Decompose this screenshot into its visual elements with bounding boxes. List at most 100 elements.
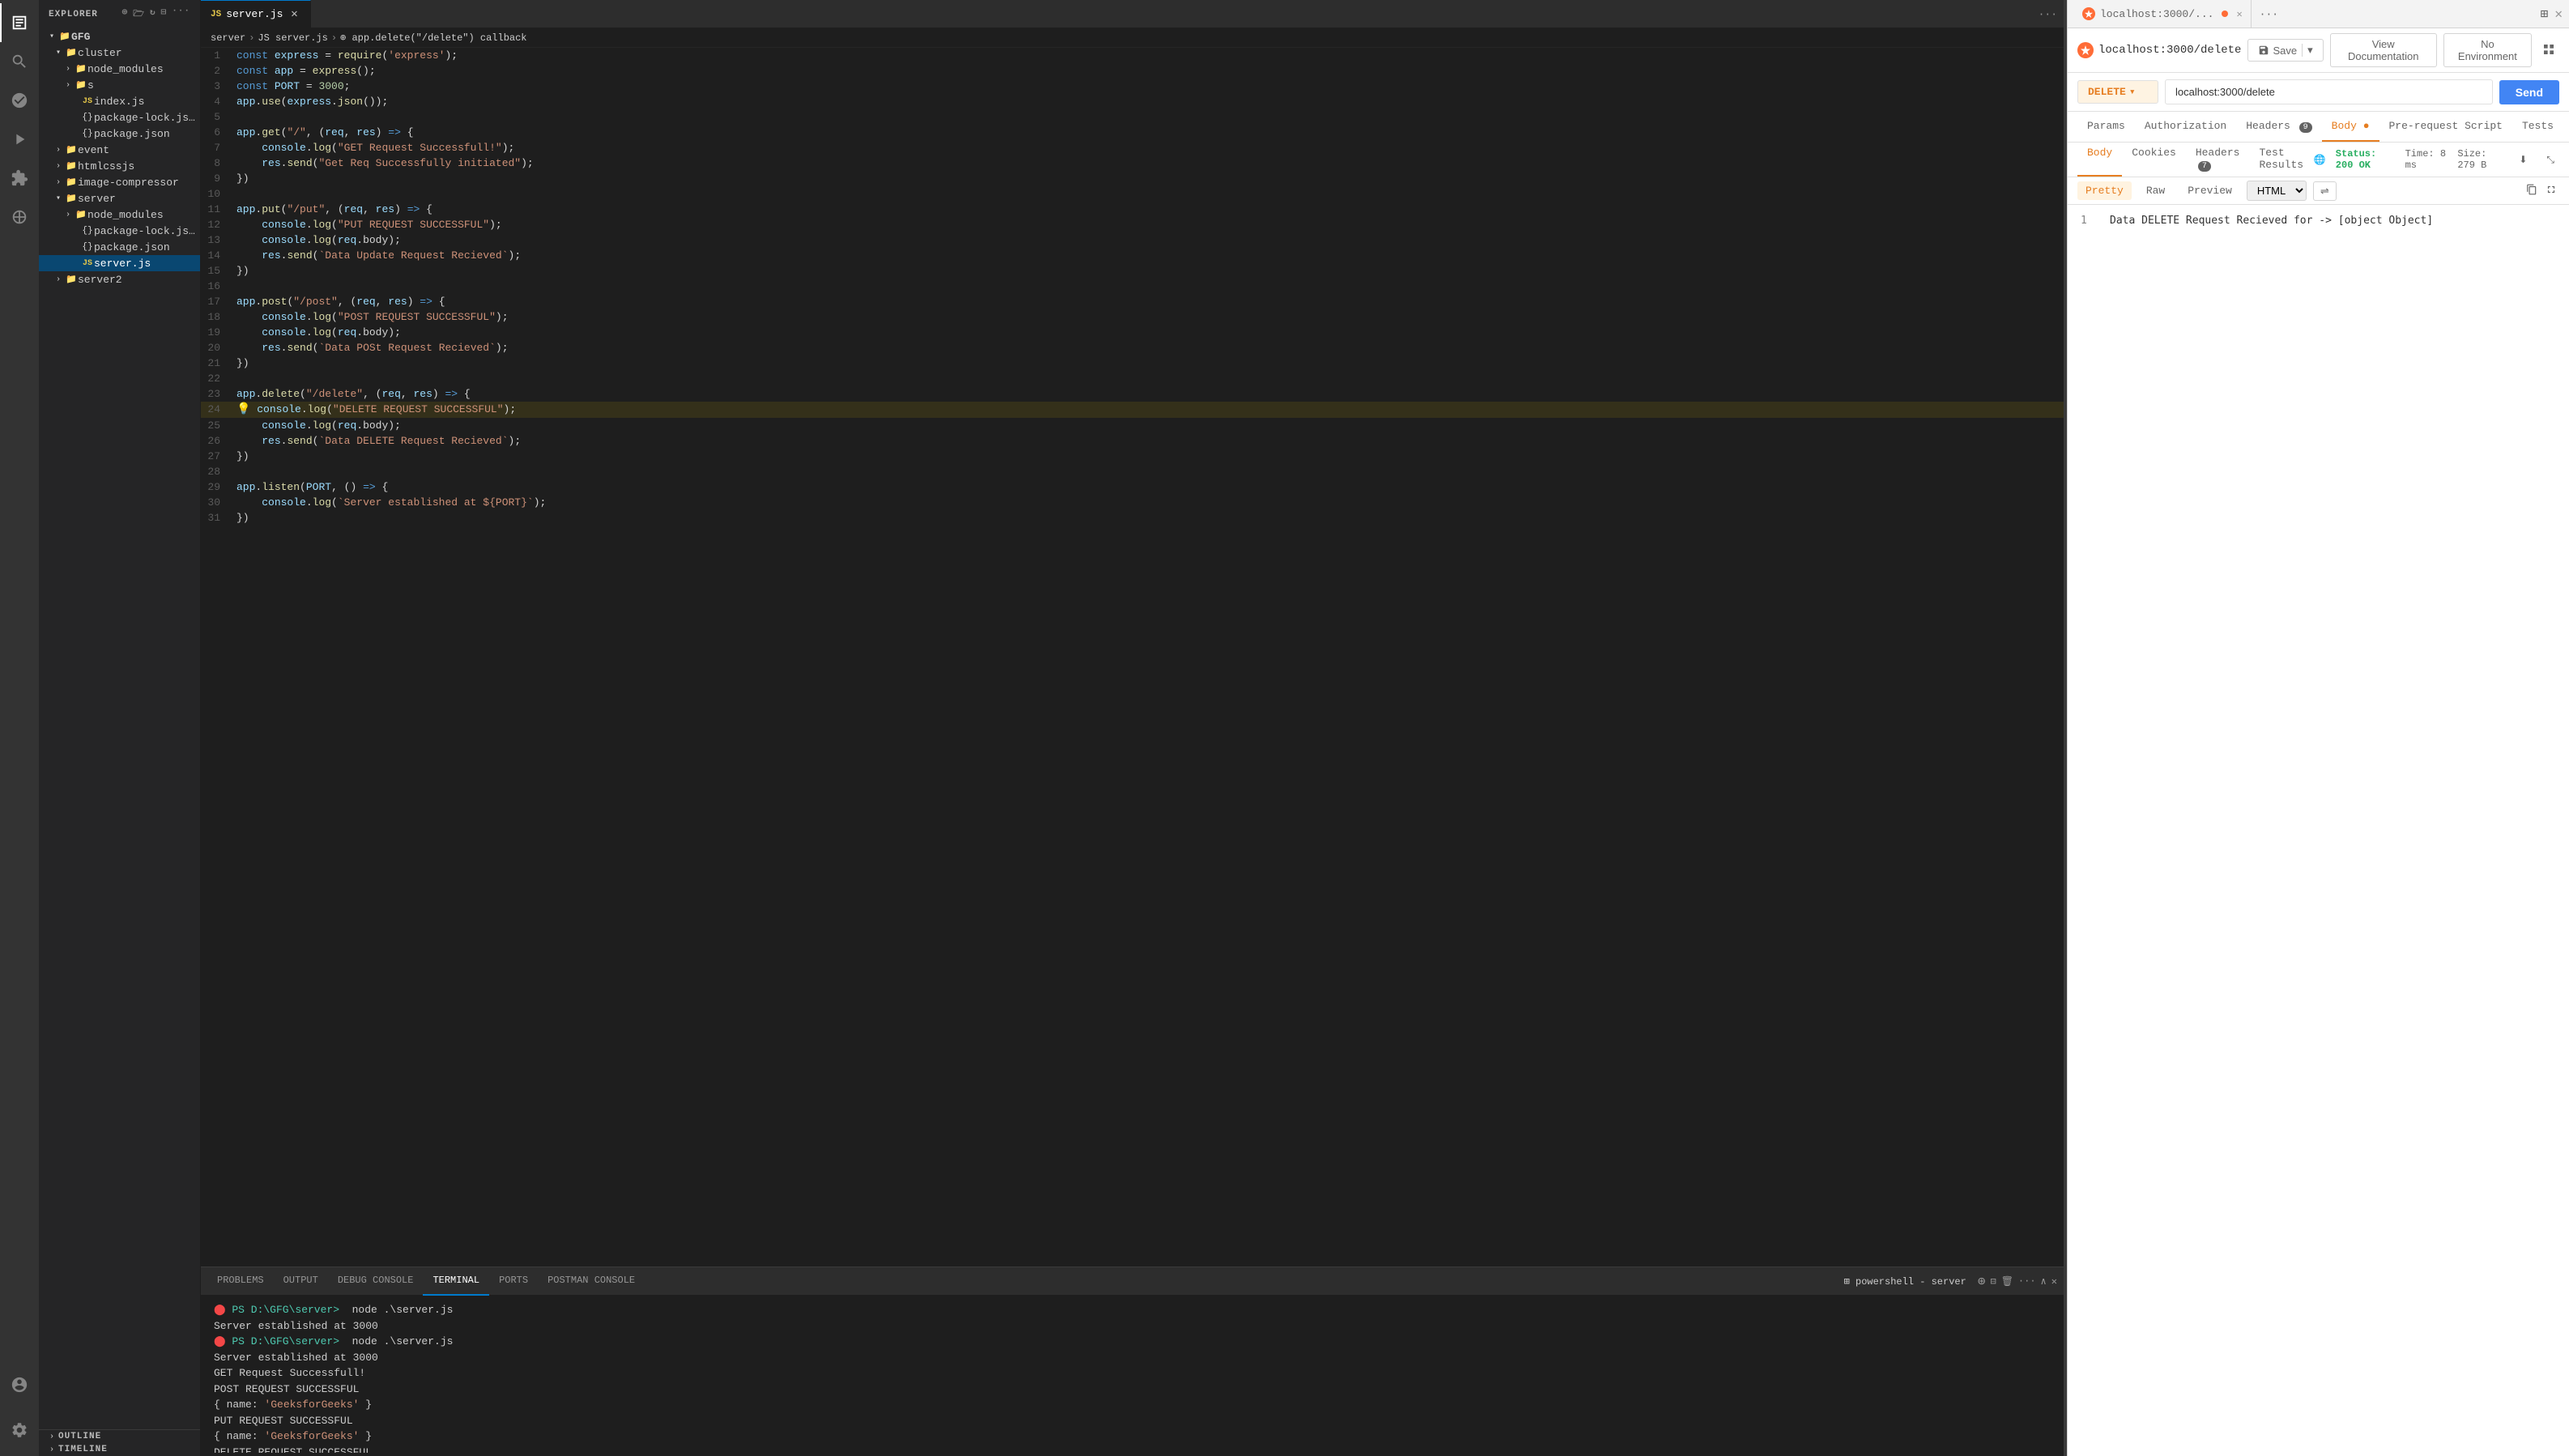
nav-tab-tests[interactable]: Tests bbox=[2512, 112, 2563, 142]
url-input[interactable] bbox=[2165, 79, 2493, 104]
postman-tab-more[interactable]: ··· bbox=[2255, 8, 2283, 20]
split-view-icon[interactable]: ⊞ bbox=[2541, 6, 2549, 22]
debug-console-tab[interactable]: DEBUG CONSOLE bbox=[328, 1267, 424, 1296]
sidebar-item-node-modules-2[interactable]: › 📁 node_modules bbox=[39, 206, 200, 223]
kill-terminal-btn[interactable]: 🗑 bbox=[2001, 1275, 2013, 1288]
htmlcssjs-chevron: › bbox=[52, 162, 65, 171]
save-response-btn[interactable]: ⬇ bbox=[2514, 151, 2532, 168]
nav-tab-params[interactable]: Params bbox=[2077, 112, 2135, 142]
new-terminal-btn[interactable]: ⊕ bbox=[1978, 1273, 1986, 1289]
save-dropdown-arrow[interactable]: ▾ bbox=[2302, 44, 2313, 57]
server2-icon: 📁 bbox=[65, 273, 78, 286]
settings-activity-item[interactable] bbox=[0, 1411, 39, 1450]
save-button[interactable]: Save ▾ bbox=[2247, 39, 2323, 62]
format-preview[interactable]: Preview bbox=[2179, 181, 2240, 200]
close-postman-btn[interactable]: ✕ bbox=[2554, 6, 2563, 22]
remote-activity-item[interactable] bbox=[0, 198, 39, 236]
terminal-line-3: ⬤ PS D:\GFG\server> node .\server.js bbox=[214, 1334, 2051, 1350]
format-raw[interactable]: Raw bbox=[2138, 181, 2173, 200]
body-tab-cookies[interactable]: Cookies bbox=[2122, 143, 2186, 177]
body-tabs-bar: Body Cookies Headers 7 Test Results 🌐 St… bbox=[2068, 143, 2569, 177]
sidebar-item-s[interactable]: › 📁 s bbox=[39, 77, 200, 93]
body-tab-test-results[interactable]: Test Results bbox=[2249, 143, 2313, 177]
tab-close-btn[interactable]: ✕ bbox=[288, 8, 300, 21]
maximize-btn[interactable]: ⤡ bbox=[2541, 151, 2559, 168]
problems-tab[interactable]: PROBLEMS bbox=[207, 1267, 274, 1296]
body-tab-body[interactable]: Body bbox=[2077, 143, 2122, 177]
code-line-7: 7 console.log("GET Request Successfull!"… bbox=[201, 140, 2064, 155]
ports-tab[interactable]: PORTS bbox=[489, 1267, 538, 1296]
code-editor[interactable]: 1const express = require('express'); 2co… bbox=[201, 48, 2064, 1267]
unsaved-dot bbox=[2222, 11, 2228, 17]
response-copy-actions bbox=[2524, 181, 2559, 200]
sidebar-item-server-js[interactable]: › JS server.js bbox=[39, 255, 200, 271]
new-file-icon[interactable]: ⊕ bbox=[122, 6, 129, 22]
new-folder-icon[interactable]: 🗁 bbox=[133, 6, 145, 22]
expand-response-btn[interactable] bbox=[2543, 181, 2559, 200]
sidebar-item-gfg-root[interactable]: ▾ 📁 GFG bbox=[39, 28, 200, 45]
format-pretty[interactable]: Pretty bbox=[2077, 181, 2132, 200]
panel-tabs: PROBLEMS OUTPUT DEBUG CONSOLE TERMINAL P… bbox=[201, 1267, 2064, 1296]
code-line-24: 24💡 console.log("DELETE REQUEST SUCCESSF… bbox=[201, 402, 2064, 418]
panel-collapse-btn[interactable]: ∧ bbox=[2041, 1275, 2047, 1288]
sidebar-item-server2[interactable]: › 📁 server2 bbox=[39, 271, 200, 287]
accounts-activity-item[interactable] bbox=[0, 1365, 39, 1404]
panel-more-btn[interactable]: ··· bbox=[2018, 1275, 2036, 1287]
extensions-activity-item[interactable] bbox=[0, 159, 39, 198]
no-environment-btn[interactable]: No Environment bbox=[2443, 33, 2532, 67]
s-label: s bbox=[87, 79, 94, 92]
sidebar-item-node-modules-1[interactable]: › 📁 node_modules bbox=[39, 61, 200, 77]
sidebar-outline[interactable]: › OUTLINE bbox=[39, 1429, 200, 1443]
response-format-bar: Pretty Raw Preview HTML JSON Text ⇌ bbox=[2068, 177, 2569, 205]
sidebar-header-icons[interactable]: ⊕ 🗁 ↻ ⊟ ··· bbox=[122, 6, 190, 22]
terminal-tab[interactable]: TERMINAL bbox=[423, 1267, 489, 1296]
body-tab-headers[interactable]: Headers 7 bbox=[2186, 143, 2250, 177]
sidebar-item-event[interactable]: › 📁 event bbox=[39, 142, 200, 158]
git-activity-item[interactable] bbox=[0, 81, 39, 120]
cluster-label: cluster bbox=[78, 47, 122, 59]
method-selector[interactable]: DELETE ▾ bbox=[2077, 80, 2158, 104]
nav-tab-headers[interactable]: Headers 9 bbox=[2236, 112, 2321, 142]
environment-grid-btn[interactable] bbox=[2538, 39, 2559, 62]
copy-response-btn[interactable] bbox=[2524, 181, 2540, 200]
sidebar-item-index-js[interactable]: › JS index.js bbox=[39, 93, 200, 109]
format-type-select[interactable]: HTML JSON Text bbox=[2247, 181, 2307, 201]
sidebar-item-pkg-lock-2[interactable]: › {} package-lock.json bbox=[39, 223, 200, 239]
split-terminal-btn[interactable]: ⊟ bbox=[1990, 1275, 1996, 1288]
terminal-content[interactable]: ⬤ PS D:\GFG\server> node .\server.js Ser… bbox=[201, 1296, 2064, 1453]
nav-tab-settings[interactable]: Settings bbox=[2563, 112, 2569, 142]
tab-more-btn[interactable]: ··· bbox=[2032, 8, 2064, 20]
sidebar-item-cluster[interactable]: ▾ 📁 cluster bbox=[39, 45, 200, 61]
output-tab[interactable]: OUTPUT bbox=[274, 1267, 328, 1296]
search-activity-item[interactable] bbox=[0, 42, 39, 81]
postman-tab-close[interactable]: ✕ bbox=[2236, 8, 2242, 20]
sidebar-timeline[interactable]: › TIMELINE bbox=[39, 1443, 200, 1456]
sidebar-item-pkg-2[interactable]: › {} package.json bbox=[39, 239, 200, 255]
size-badge: Size: 279 B bbox=[2457, 148, 2504, 171]
sidebar-item-pkg-lock-1[interactable]: › {} package-lock.json bbox=[39, 109, 200, 126]
sidebar-item-htmlcssjs[interactable]: › 📁 htmlcssjs bbox=[39, 158, 200, 174]
postman-console-tab[interactable]: POSTMAN CONSOLE bbox=[538, 1267, 645, 1296]
refresh-icon[interactable]: ↻ bbox=[150, 6, 156, 22]
explorer-activity-item[interactable] bbox=[0, 3, 39, 42]
sidebar-item-pkg-1[interactable]: › {} package.json bbox=[39, 126, 200, 142]
terminal-label: ⊞ powershell - server bbox=[1844, 1275, 1966, 1288]
nav-tab-authorization[interactable]: Authorization bbox=[2135, 112, 2236, 142]
collapse-icon[interactable]: ⊟ bbox=[161, 6, 168, 22]
code-line-30: 30 console.log(`Server established at ${… bbox=[201, 495, 2064, 510]
view-docs-button[interactable]: View Documentation bbox=[2330, 33, 2437, 67]
wrap-btn[interactable]: ⇌ bbox=[2313, 181, 2337, 201]
sidebar-item-server[interactable]: ▾ 📁 server bbox=[39, 190, 200, 206]
panel-close-btn[interactable]: ✕ bbox=[2051, 1275, 2057, 1288]
terminal-line-6: POST REQUEST SUCCESSFUL bbox=[214, 1381, 2051, 1398]
nav-tab-pre-request[interactable]: Pre-request Script bbox=[2379, 112, 2512, 142]
send-button[interactable]: Send bbox=[2499, 80, 2559, 104]
nav-tab-body[interactable]: Body ● bbox=[2322, 112, 2379, 142]
run-activity-item[interactable] bbox=[0, 120, 39, 159]
code-line-4: 4app.use(express.json()); bbox=[201, 94, 2064, 109]
more-icon[interactable]: ··· bbox=[172, 6, 190, 22]
sidebar-item-image-compressor[interactable]: › 📁 image-compressor bbox=[39, 174, 200, 190]
postman-tab-item[interactable]: localhost:3000/... ✕ bbox=[2074, 0, 2252, 28]
tab-server-js[interactable]: JS server.js ✕ bbox=[201, 0, 311, 28]
node-modules-1-icon: 📁 bbox=[75, 62, 87, 75]
